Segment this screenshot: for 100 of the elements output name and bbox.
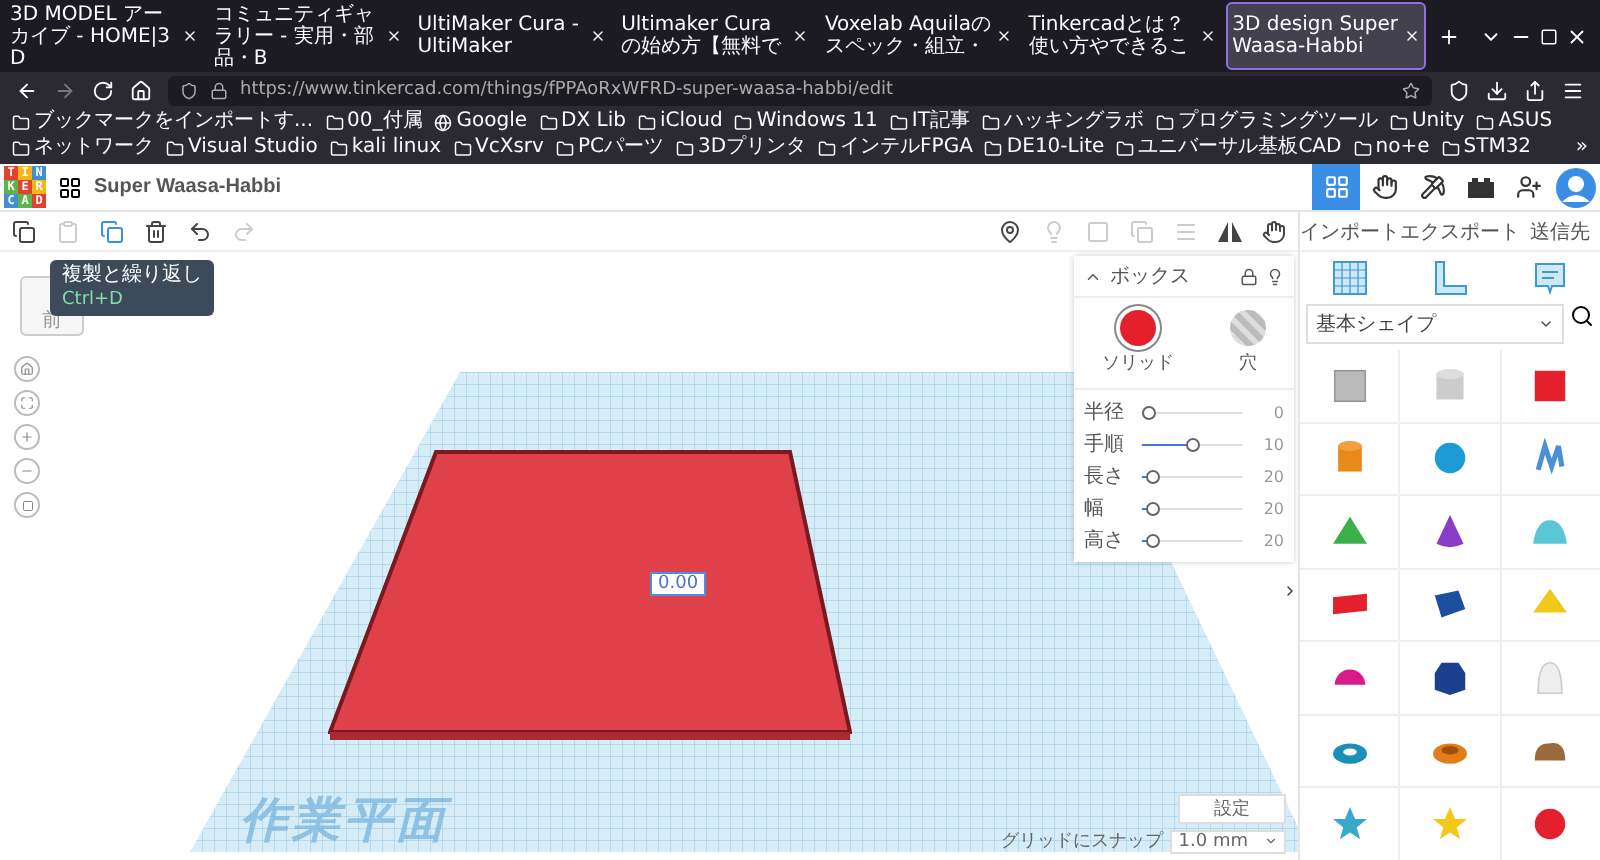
browser-tab[interactable]: Voxelab Aquilaのスペック・組立・ [818, 2, 1019, 70]
bookmark-link[interactable]: Visual Studio [188, 136, 318, 160]
bookmark-link[interactable]: Unity [1411, 110, 1465, 134]
more-bookmarks-button[interactable]: » [1575, 136, 1588, 160]
plus-icon [20, 430, 34, 444]
bookmark-link[interactable]: 3Dプリンタ [697, 136, 807, 160]
back-icon[interactable] [16, 79, 38, 101]
folder-icon [734, 113, 753, 131]
search-icon[interactable] [1570, 304, 1594, 328]
duplicate-icon[interactable] [100, 219, 124, 243]
box-model-drawing[interactable] [328, 450, 852, 742]
close-icon[interactable] [589, 28, 606, 44]
browser-tab[interactable]: Ultimaker Curaの始め方【無料で [615, 2, 815, 70]
slider-thumb[interactable] [1141, 405, 1155, 419]
address-bar[interactable]: https://www.tinkercad.com/things/fPPAoRxWFRD-super-waasa-habbi/edit [168, 75, 1432, 105]
close-icon[interactable] [1200, 28, 1217, 44]
bookmark-star-icon[interactable] [1402, 81, 1420, 99]
folder-icon [1116, 139, 1135, 157]
bookmark-link[interactable]: ユニバーサル基板CAD [1138, 136, 1342, 160]
bookmark-link[interactable]: Windows 11 [756, 110, 878, 134]
bookmark-link[interactable]: 00_付属 [347, 110, 423, 134]
perspective-button[interactable] [14, 492, 40, 518]
folder-icon [1155, 113, 1174, 131]
param-label: 半径 [1084, 399, 1126, 426]
pickaxe-icon [1419, 174, 1445, 200]
folder-icon [12, 139, 30, 157]
close-icon[interactable] [792, 28, 809, 44]
settings-button[interactable]: 設定 [1178, 794, 1286, 824]
bookmark-link[interactable]: インテルFPGA [840, 136, 973, 160]
caret-icon [1538, 316, 1554, 332]
mirror-icon[interactable] [1218, 219, 1242, 243]
shape-category-select[interactable]: 基本シェイプ [1306, 304, 1564, 344]
lightbulb-icon[interactable] [1266, 267, 1284, 285]
dashboard-icon[interactable] [58, 175, 82, 199]
close-icon[interactable] [996, 28, 1013, 44]
snap-value: 1.0 mm [1178, 831, 1248, 851]
browser-tab[interactable]: UltiMaker Cura - UltiMaker [411, 2, 612, 70]
lock-icon[interactable] [1240, 267, 1258, 285]
maximize-icon[interactable] [1540, 27, 1559, 45]
minus-icon [20, 464, 34, 478]
workplane-label: 作業平面 [240, 788, 448, 852]
bookmark-link[interactable]: プログラミングツール [1177, 110, 1378, 134]
bookmark-link[interactable]: IT記事 [911, 110, 970, 134]
dimension-input[interactable]: 0.00 [650, 572, 707, 596]
add-user-icon [1515, 174, 1541, 200]
folder-icon [1476, 113, 1495, 131]
bookmark-link[interactable]: ASUS [1498, 110, 1553, 134]
bookmark-link[interactable]: ブックマークをインポートす... [34, 110, 314, 134]
close-icon[interactable] [1566, 25, 1589, 47]
param-value: 10 [1261, 435, 1284, 453]
mode-label: 穴 [1239, 351, 1257, 376]
menu-icon[interactable] [1562, 79, 1584, 101]
param-value: 0 [1271, 403, 1284, 421]
forward-icon[interactable] [54, 79, 76, 101]
snap-select[interactable]: 1.0 mm [1170, 829, 1286, 853]
bookmark-link[interactable]: iCloud [659, 110, 723, 134]
close-icon[interactable] [1404, 28, 1421, 44]
slider-thumb[interactable] [1146, 533, 1160, 547]
home-icon[interactable] [130, 79, 152, 101]
copy-icon[interactable] [12, 219, 36, 243]
mode-label: ソリッド [1102, 352, 1174, 376]
close-icon[interactable] [385, 28, 402, 44]
ruler-icon[interactable] [1432, 260, 1468, 296]
home-view-button[interactable] [14, 356, 40, 382]
share-icon[interactable] [1524, 79, 1546, 101]
param-value: 20 [1261, 467, 1284, 485]
bookmark-link[interactable]: PCパーツ [577, 136, 664, 160]
brick-icon [1467, 177, 1493, 197]
browser-tab[interactable]: 3D design Super Waasa-Habbi [1226, 2, 1427, 70]
grid-icon[interactable] [1332, 260, 1368, 296]
browser-tab[interactable]: 3D MODEL アーカイブ - HOME|3D [4, 2, 204, 70]
bookmark-link[interactable]: DE10-Lite [1006, 136, 1105, 160]
bookmark-link[interactable]: Google [456, 110, 528, 134]
bookmark-link[interactable]: kali linux [351, 136, 442, 160]
browser-tab[interactable]: コミュニティギャラリー - 実用・部品・B [207, 2, 408, 70]
slider-thumb[interactable] [1146, 469, 1160, 483]
reload-icon[interactable] [92, 79, 114, 101]
trash-icon[interactable] [144, 219, 168, 243]
close-icon[interactable] [181, 28, 198, 44]
bookmark-link[interactable]: VcXsrv [475, 136, 544, 160]
undo-icon[interactable] [188, 219, 212, 243]
bookmark-link[interactable]: ハッキングラボ [1003, 110, 1144, 134]
new-tab-icon[interactable] [1438, 25, 1461, 47]
bookmark-link[interactable]: DX Lib [561, 110, 626, 134]
folder-icon [1353, 139, 1372, 157]
folder-icon [889, 113, 908, 131]
bookmark-link[interactable]: no+e [1375, 136, 1430, 160]
tooltip-title: 複製と繰り返し [62, 264, 202, 288]
slider-thumb[interactable] [1146, 501, 1160, 515]
lock-icon [210, 81, 228, 99]
folder-icon [555, 139, 574, 157]
solid-option[interactable] [1120, 310, 1156, 346]
browser-tab[interactable]: Tinkercadとは？使い方やできるこ [1022, 2, 1223, 70]
shield-icon [180, 81, 198, 99]
param-label: 手順 [1084, 431, 1126, 458]
download-icon[interactable] [1486, 79, 1508, 101]
design-title[interactable]: Super Waasa-Habbi [94, 176, 282, 198]
bookmark-link[interactable]: STM32 [1463, 136, 1532, 160]
bookmark-link[interactable]: ネットワーク [34, 136, 154, 160]
slider-thumb[interactable] [1186, 437, 1200, 451]
